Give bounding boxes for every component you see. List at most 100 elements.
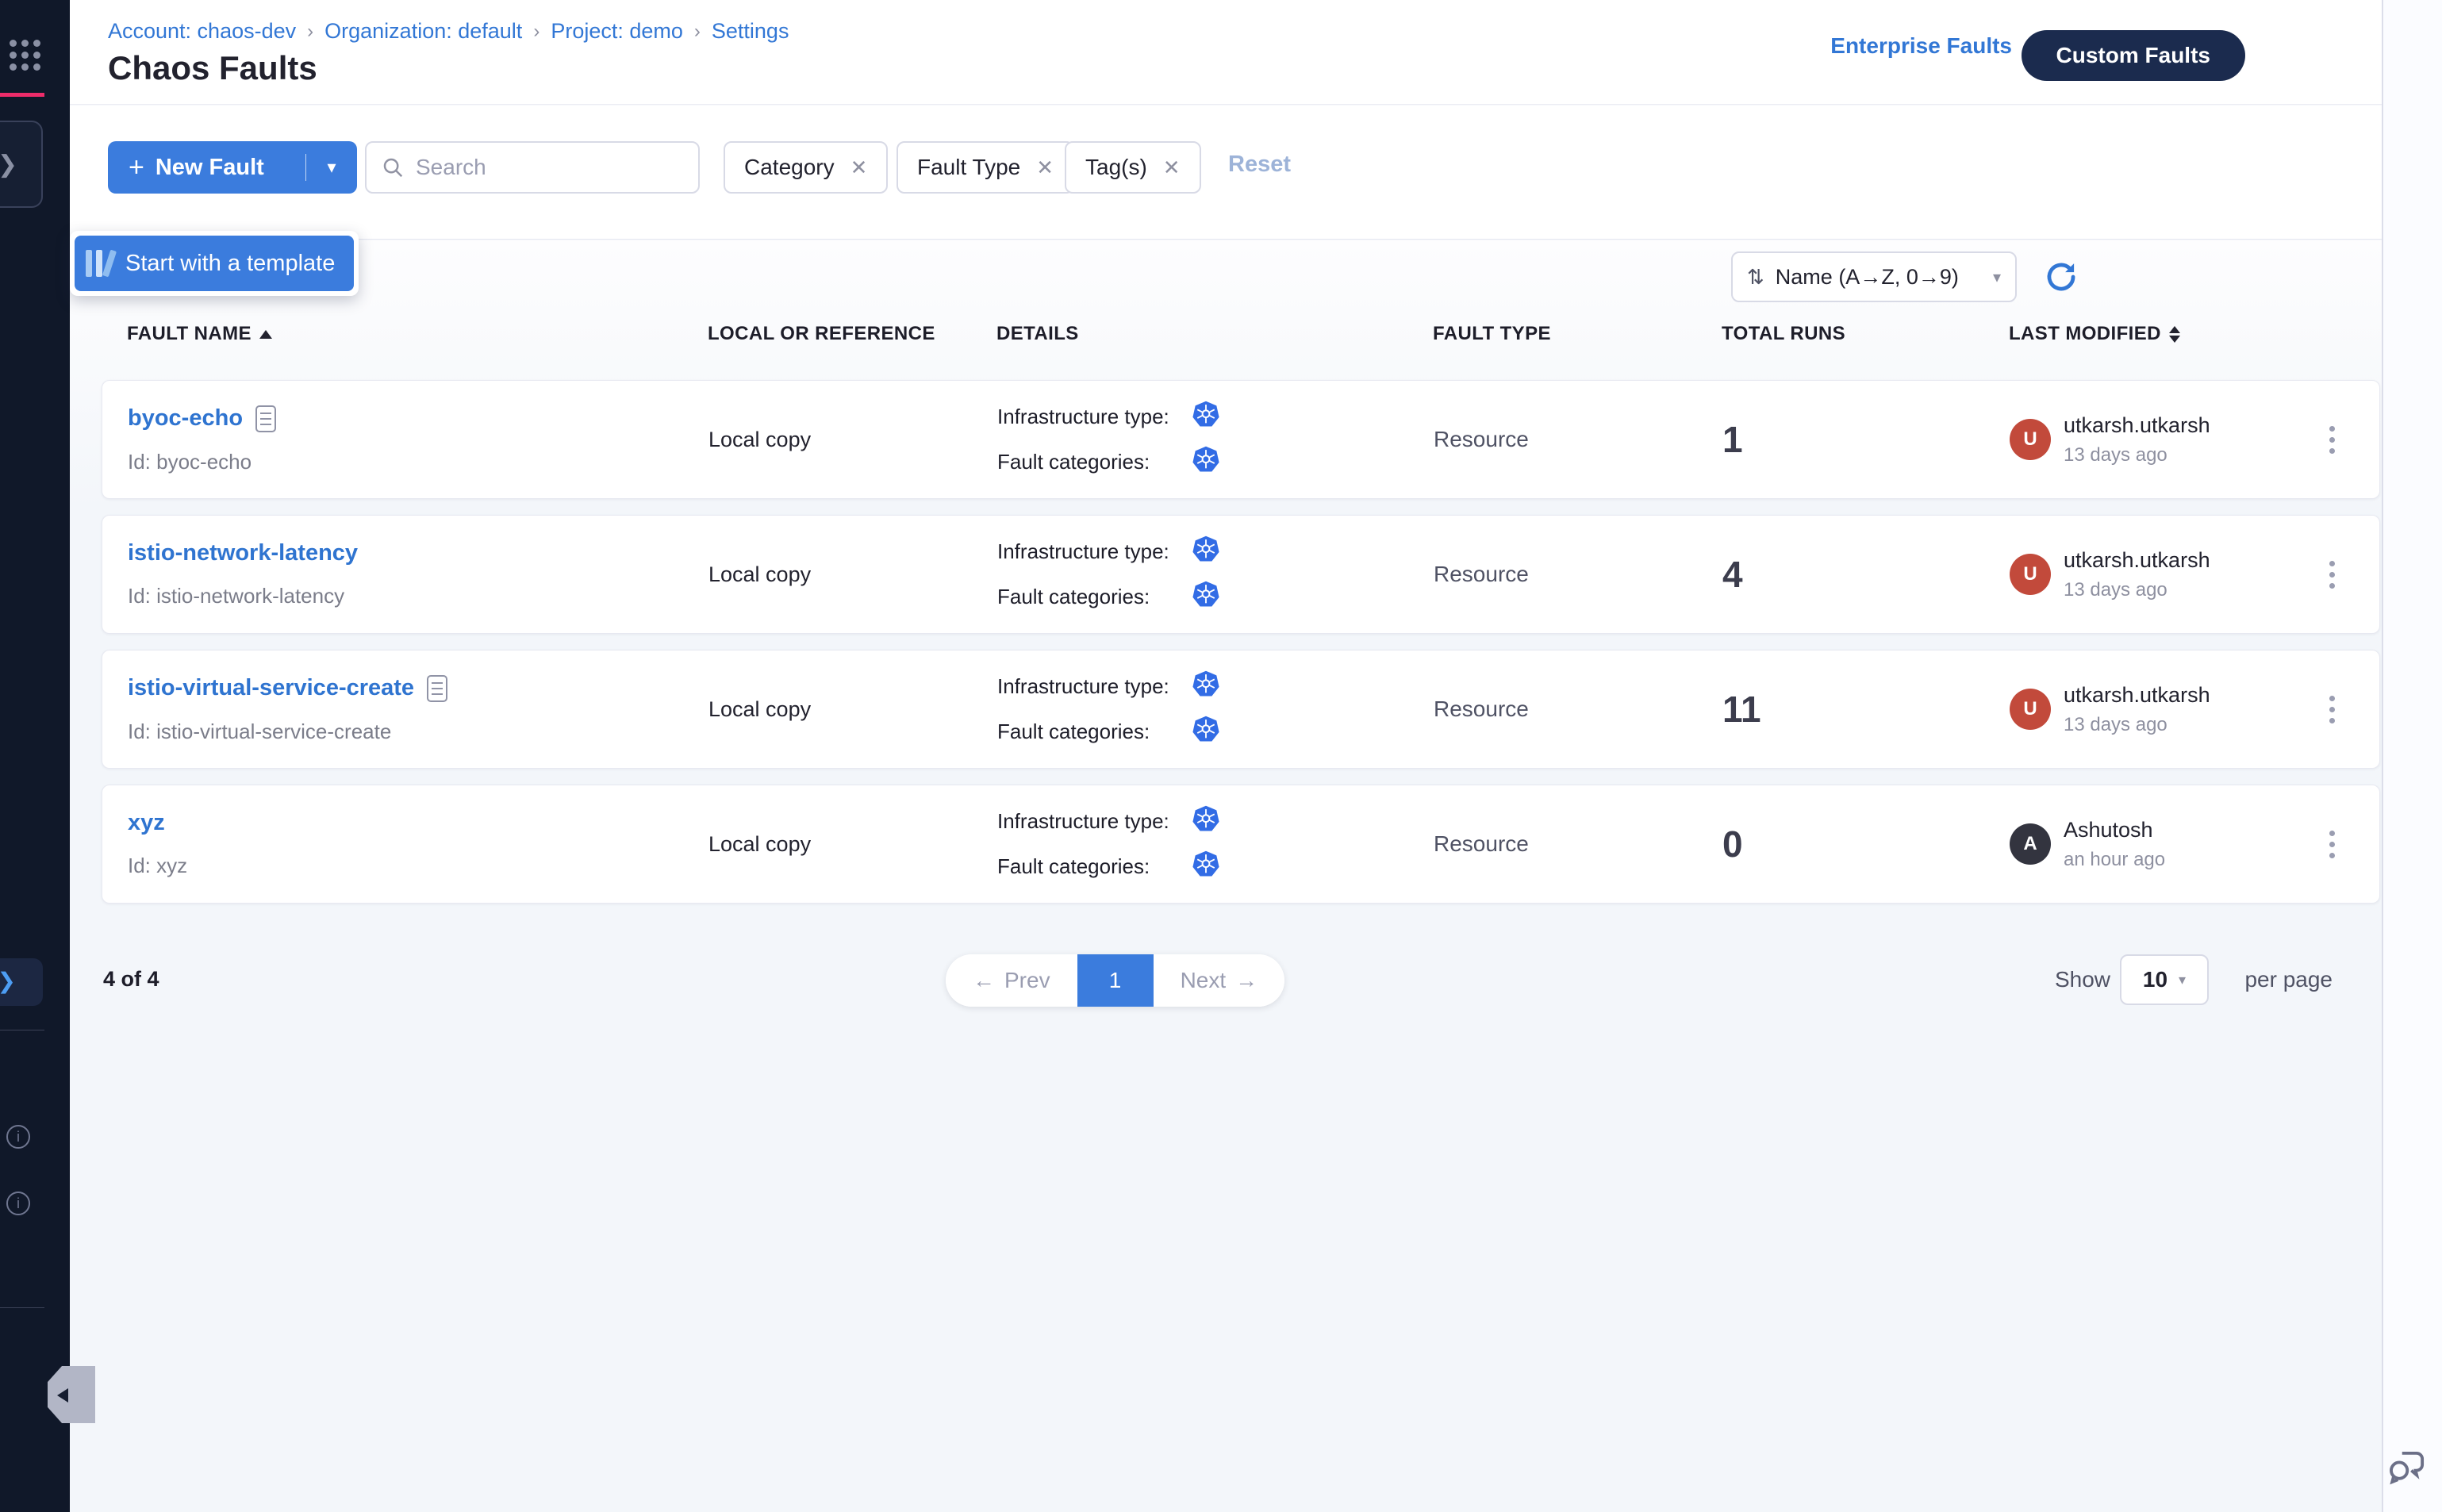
avatar: A xyxy=(2010,823,2051,865)
fault-id: Id: istio-network-latency xyxy=(128,584,708,608)
app-launcher-icon[interactable] xyxy=(10,40,41,71)
row-menu-icon[interactable] xyxy=(2316,561,2348,589)
per-page-value: 10 xyxy=(2143,967,2167,992)
modified-by-user: utkarsh.utkarsh xyxy=(2064,413,2210,438)
info-icon[interactable]: i xyxy=(6,1125,30,1149)
chevron-right-icon: ❯ xyxy=(0,151,17,178)
breadcrumb-separator: › xyxy=(307,21,313,43)
breadcrumb-organization[interactable]: Organization: default xyxy=(324,19,522,44)
breadcrumb-settings[interactable]: Settings xyxy=(712,19,789,44)
fault-id: Id: byoc-echo xyxy=(128,450,708,474)
row-menu-icon[interactable] xyxy=(2316,426,2348,454)
modified-time: an hour ago xyxy=(2064,849,2165,871)
toolbar: + New Fault ▾ Start with a template Cate… xyxy=(70,106,2382,240)
kubernetes-icon xyxy=(1192,805,1219,838)
fault-name-link[interactable]: istio-network-latency xyxy=(128,540,358,566)
filter-chip-tags[interactable]: Tag(s) ✕ xyxy=(1065,141,1201,194)
reset-filters-link[interactable]: Reset xyxy=(1228,152,1291,178)
column-label: TOTAL RUNS xyxy=(1722,323,1845,345)
local-or-reference: Local copy xyxy=(708,832,997,857)
fault-name-link[interactable]: istio-virtual-service-create xyxy=(128,675,414,701)
plus-icon: + xyxy=(129,152,144,183)
avatar: U xyxy=(2010,554,2051,595)
total-runs: 4 xyxy=(1722,553,2010,596)
column-header-fault-name[interactable]: FAULT NAME xyxy=(127,323,708,345)
chevron-down-icon[interactable]: ▾ xyxy=(306,157,357,178)
next-label: Next xyxy=(1181,968,1227,993)
page-header: Account: chaos-dev › Organization: defau… xyxy=(70,0,2382,105)
page-number-active[interactable]: 1 xyxy=(1077,954,1154,1007)
nav-expand-panel[interactable]: ❯ xyxy=(0,121,43,208)
custom-faults-button[interactable]: Custom Faults xyxy=(2022,30,2245,81)
menu-item-start-with-template[interactable]: Start with a template xyxy=(75,236,354,291)
left-nav-rail: ❯ ❯ i i xyxy=(0,0,70,1512)
sort-arrows-icon: ⇅ xyxy=(1747,265,1764,290)
breadcrumb-project[interactable]: Project: demo xyxy=(551,19,683,44)
kubernetes-icon xyxy=(1192,716,1219,748)
kubernetes-icon xyxy=(1192,446,1219,478)
row-menu-icon[interactable] xyxy=(2316,831,2348,858)
infrastructure-type-label: Infrastructure type: xyxy=(997,539,1192,564)
sidebar-collapse-handle[interactable] xyxy=(48,1366,95,1423)
new-fault-label: New Fault xyxy=(156,155,264,181)
column-header-total-runs: TOTAL RUNS xyxy=(1722,323,2009,345)
close-icon[interactable]: ✕ xyxy=(1036,155,1054,180)
info-icon[interactable]: i xyxy=(6,1192,30,1215)
column-label: FAULT NAME xyxy=(127,323,251,345)
main-content: Account: chaos-dev › Organization: defau… xyxy=(70,0,2382,1512)
enterprise-faults-link[interactable]: Enterprise Faults xyxy=(1830,33,2012,59)
sort-select[interactable]: ⇅ Name (A→Z, 0→9) ▾ xyxy=(1731,251,2017,302)
per-page-select[interactable]: 10 ▾ xyxy=(2120,954,2209,1005)
arrow-right-icon: → xyxy=(1235,968,1257,993)
per-page-label: per page xyxy=(2244,967,2333,992)
breadcrumb-account[interactable]: Account: chaos-dev xyxy=(108,19,296,44)
right-panel-strip xyxy=(2382,0,2442,1512)
close-icon[interactable]: ✕ xyxy=(850,155,868,180)
fault-categories-label: Fault categories: xyxy=(997,720,1192,744)
new-fault-menu: Start with a template xyxy=(70,231,359,296)
kubernetes-icon xyxy=(1192,850,1219,883)
avatar: U xyxy=(2010,419,2051,460)
table-row: istio-virtual-service-create Id: istio-v… xyxy=(102,650,2380,769)
search-input[interactable] xyxy=(416,155,684,180)
pager: ← Prev 1 Next → xyxy=(946,954,1284,1007)
fault-type: Resource xyxy=(1434,562,1722,587)
column-label: LAST MODIFIED xyxy=(2009,323,2161,345)
fault-name-link[interactable]: byoc-echo xyxy=(128,405,243,432)
refresh-icon[interactable] xyxy=(2044,259,2079,294)
local-or-reference: Local copy xyxy=(708,428,997,452)
fault-name-link[interactable]: xyz xyxy=(128,810,165,836)
new-fault-button[interactable]: + New Fault ▾ xyxy=(108,141,357,194)
kubernetes-icon xyxy=(1192,535,1219,568)
close-icon[interactable]: ✕ xyxy=(1163,155,1181,180)
result-count: 4 of 4 xyxy=(103,967,159,992)
local-or-reference: Local copy xyxy=(708,697,997,722)
table-row: istio-network-latency Id: istio-network-… xyxy=(102,515,2380,634)
breadcrumb-separator: › xyxy=(533,21,539,43)
infrastructure-type-label: Infrastructure type: xyxy=(997,809,1192,834)
sidebar-expand-button[interactable]: ❯ xyxy=(0,958,43,1006)
filter-chip-category[interactable]: Category ✕ xyxy=(724,141,888,194)
prev-page-button[interactable]: ← Prev xyxy=(946,954,1077,1007)
manifest-copy-icon[interactable] xyxy=(255,405,276,432)
table-row: byoc-echo Id: byoc-echo Local copy Infra… xyxy=(102,380,2380,499)
modified-by-user: utkarsh.utkarsh xyxy=(2064,548,2210,573)
modified-time: 13 days ago xyxy=(2064,444,2210,466)
modified-by-user: utkarsh.utkarsh xyxy=(2064,683,2210,708)
column-header-fault-type: FAULT TYPE xyxy=(1433,323,1722,345)
pagination-row: 4 of 4 ← Prev 1 Next → Show 10 ▾ per pag… xyxy=(102,954,2380,1010)
kubernetes-icon xyxy=(1192,401,1219,433)
column-header-local-or-reference: LOCAL OR REFERENCE xyxy=(708,323,996,345)
fault-categories-label: Fault categories: xyxy=(997,854,1192,879)
column-label: FAULT TYPE xyxy=(1433,323,1551,345)
manifest-copy-icon[interactable] xyxy=(427,675,447,702)
prev-label: Prev xyxy=(1004,968,1050,993)
column-header-last-modified[interactable]: LAST MODIFIED xyxy=(2009,323,2285,345)
next-page-button[interactable]: Next → xyxy=(1154,954,1285,1007)
fault-type: Resource xyxy=(1434,697,1722,722)
total-runs: 1 xyxy=(1722,418,2010,461)
chat-help-icon[interactable] xyxy=(2385,1445,2431,1495)
filter-chip-fault-type[interactable]: Fault Type ✕ xyxy=(897,141,1074,194)
row-menu-icon[interactable] xyxy=(2316,696,2348,723)
kubernetes-icon xyxy=(1192,581,1219,613)
